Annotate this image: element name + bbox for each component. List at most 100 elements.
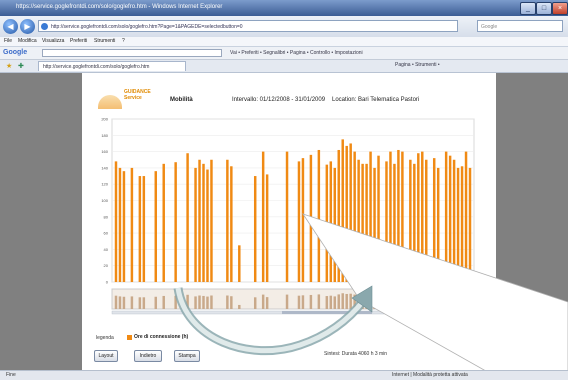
overview-bar [345, 293, 348, 309]
tab-tools[interactable]: Pagina • Strumenti • [395, 62, 440, 68]
chart-bar [436, 167, 440, 282]
y-tick-label: 180 [101, 133, 108, 138]
chart-bar [130, 167, 134, 282]
menu-item-file[interactable]: File [4, 38, 12, 44]
chart-bar [369, 151, 372, 282]
add-favorite-icon[interactable]: ✚ [18, 62, 24, 70]
chart-bar [464, 151, 468, 282]
window-titlebar: https://service.goglefrontdi.com/solo/go… [0, 0, 568, 16]
overview-bar [253, 297, 257, 309]
y-tick-label: 60 [104, 231, 109, 236]
chart-bar [468, 167, 472, 282]
chart-bar [444, 151, 448, 282]
forward-icon[interactable]: ▶ [20, 19, 35, 34]
chart-bar [448, 155, 452, 282]
chart-bar [452, 159, 456, 282]
overview-bar [417, 294, 420, 309]
chart-bar [202, 163, 205, 282]
overview-bar [456, 296, 460, 309]
overview-bar [409, 295, 412, 309]
overview-bar [460, 296, 464, 309]
tab-active[interactable]: http://service.goglefrontdi.com/solo/gog… [38, 61, 186, 71]
menu-item-help[interactable]: ? [122, 38, 125, 44]
close-button[interactable]: × [552, 2, 568, 15]
address-url: http://service.goglefrontdi.com/solo/gog… [51, 24, 243, 30]
favorites-star-icon[interactable]: ★ [6, 62, 12, 70]
tab-row: ★ ✚ http://service.goglefrontdi.com/solo… [0, 60, 568, 73]
minimize-button[interactable]: _ [520, 2, 536, 15]
overview-bar [397, 294, 400, 309]
chart-bar [325, 164, 329, 282]
chart-bar [226, 159, 229, 282]
overview-bar [413, 295, 416, 309]
report-page: GUIDANCE Service Mobilità Intervallo: 01/… [82, 73, 496, 370]
overview-bar [333, 296, 336, 309]
chart-bar [138, 176, 142, 282]
overview-bar [202, 295, 205, 309]
overview-strip[interactable] [111, 288, 475, 310]
layout-button[interactable]: Layout [94, 350, 118, 362]
overview-bar [425, 295, 428, 309]
status-right: Internet | Modalità protetta attivata [392, 372, 468, 378]
chart-bar [361, 163, 364, 282]
y-tick-label: 40 [104, 247, 109, 252]
y-tick-label: 20 [104, 263, 109, 268]
window-title: https://service.goglefrontdi.com/solo/go… [16, 4, 223, 10]
overview-bar [114, 295, 118, 309]
overview-bar [174, 295, 177, 309]
overview-bar [468, 296, 472, 309]
legend-entry: Ore di connessione (h) [134, 334, 189, 340]
chart-bar [357, 159, 360, 282]
menu-item-modifica[interactable]: Modifica [18, 38, 37, 44]
back-button[interactable]: Indietro [134, 350, 162, 362]
chart-bar [301, 158, 305, 282]
chart-bar [297, 161, 301, 282]
overview-scroll-thumb[interactable] [282, 311, 372, 314]
overview-bar [130, 296, 134, 309]
overview-bar [142, 297, 146, 309]
chart-bar [261, 151, 265, 282]
chart-bar [341, 139, 344, 283]
legend-label: legenda [96, 335, 114, 341]
overview-bar [285, 294, 289, 309]
sun-logo-icon [98, 95, 122, 109]
overview-bar [452, 295, 456, 309]
menu-item-visualizza[interactable]: Visualizza [42, 38, 64, 44]
y-tick-label: 120 [101, 182, 108, 187]
chart-bar [401, 151, 404, 282]
overview-bar [317, 294, 321, 309]
chart-bar [460, 166, 464, 282]
y-tick-label: 160 [101, 149, 108, 154]
y-tick-label: 100 [101, 198, 108, 203]
overview-bar [365, 295, 368, 309]
google-toolbar-tools[interactable]: Vai • Preferiti • Segnalibri • Pagina • … [230, 50, 363, 56]
chart-bar [230, 166, 233, 282]
back-icon[interactable]: ◀ [3, 19, 18, 34]
logo-text-line2: Service [124, 95, 142, 101]
chart-bar [456, 167, 460, 282]
overview-bar [325, 296, 329, 309]
chart-bar [365, 163, 368, 282]
overview-bar [210, 295, 213, 309]
print-button[interactable]: Stampa [174, 350, 200, 362]
chart-bar [385, 161, 388, 282]
overview-bar [261, 294, 265, 309]
maximize-button[interactable]: □ [536, 2, 552, 15]
overview-bar [206, 296, 209, 309]
chart-bar [353, 151, 356, 282]
address-bar[interactable]: http://service.goglefrontdi.com/solo/gog… [38, 20, 458, 32]
search-input[interactable]: Google [477, 20, 563, 32]
google-search-box[interactable] [42, 49, 222, 57]
chart-bar [253, 176, 257, 282]
menu-item-preferiti[interactable]: Preferiti [70, 38, 87, 44]
menu-item-strumenti[interactable]: Strumenti [94, 38, 115, 44]
chart-bar [186, 153, 189, 282]
chart-bar [317, 149, 321, 282]
menu-bar: File Modifica Visualizza Preferiti Strum… [0, 37, 568, 47]
chart-bar [345, 145, 348, 282]
overview-bar [198, 295, 201, 309]
overview-bar [464, 294, 468, 309]
overview-bar [238, 304, 241, 309]
overview-bar [444, 294, 448, 309]
chart-bar [409, 159, 412, 282]
